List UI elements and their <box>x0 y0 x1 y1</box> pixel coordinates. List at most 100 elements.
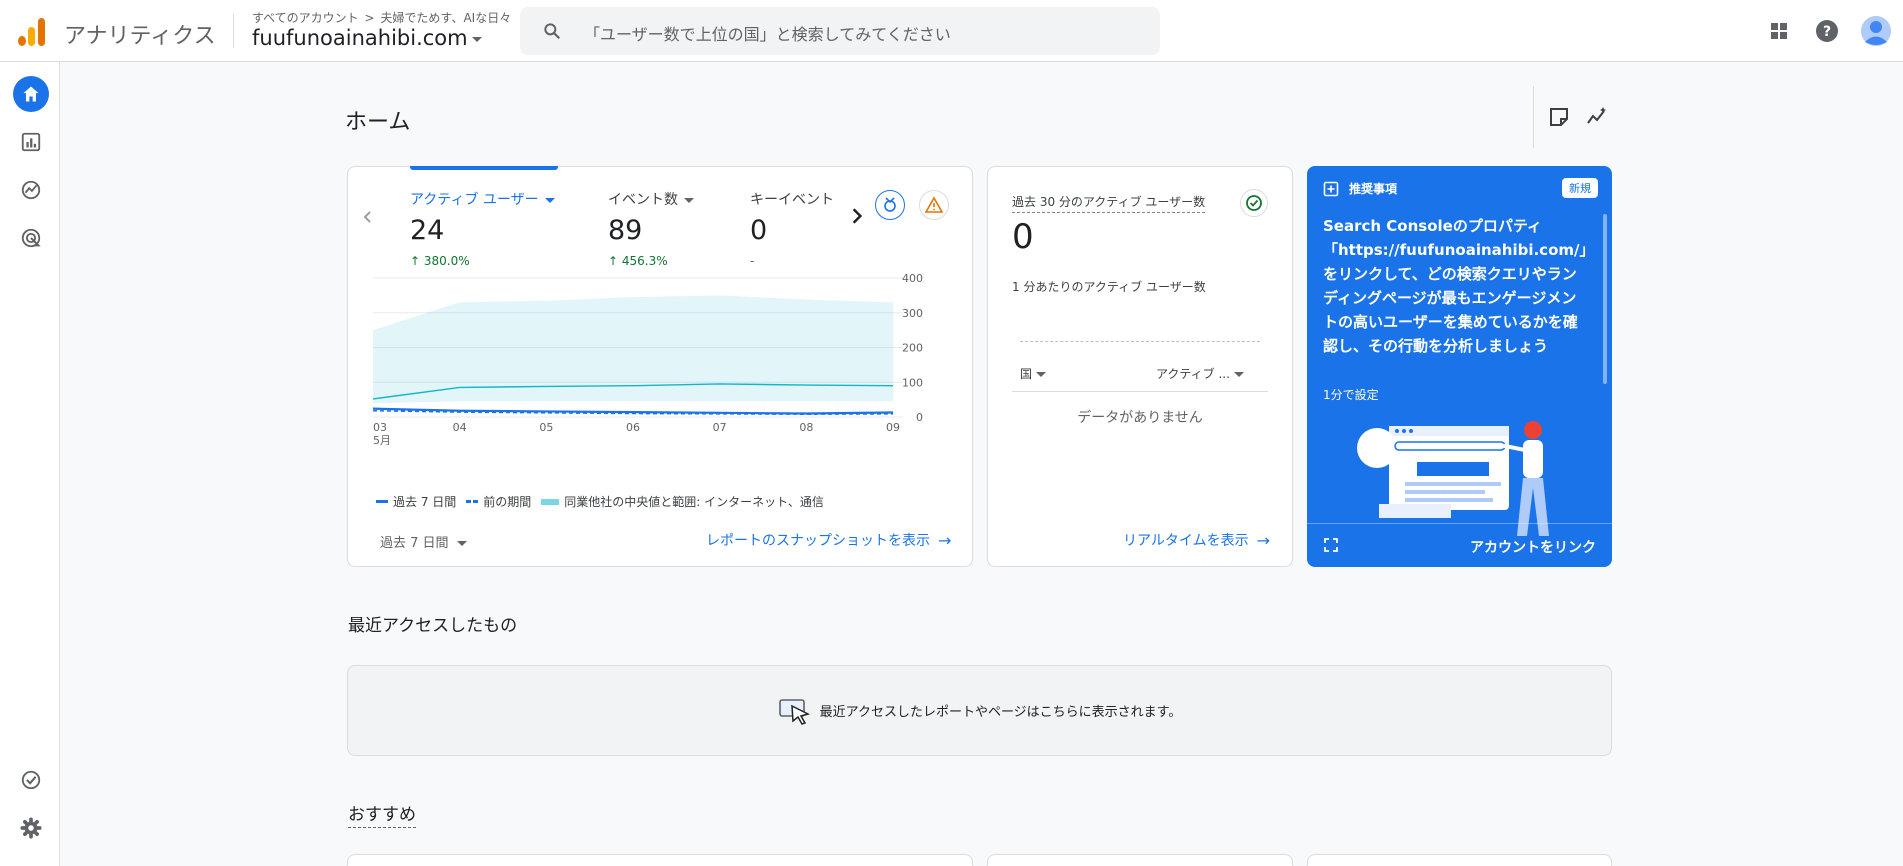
metric-value: 89 <box>608 215 643 246</box>
y-tick-label: 300 <box>902 307 923 320</box>
metric-value: 24 <box>410 215 445 246</box>
table-divider <box>1012 391 1268 392</box>
top-bar: アナリティクス すべてのアカウント > 夫婦でためす、AIな日々 fuufuno… <box>0 0 1903 62</box>
metric-label: キーイベント <box>750 192 834 208</box>
period-caret-icon <box>456 541 467 546</box>
left-navigation <box>0 62 60 866</box>
active-users-column-header[interactable]: アクティブ ... <box>1156 365 1244 382</box>
gear-icon <box>20 817 42 839</box>
x-tick-label: 05 <box>539 421 553 434</box>
x-tick-label: 08 <box>799 421 813 434</box>
suggested-section-title[interactable]: おすすめ <box>348 800 416 828</box>
analytics-logo-icon[interactable] <box>18 16 48 46</box>
property-caret-icon <box>471 36 482 42</box>
country-caret-icon <box>1036 372 1047 377</box>
arrow-right-icon: → <box>938 530 952 550</box>
realtime-value: 0 <box>1012 217 1034 257</box>
suggested-card-2[interactable] <box>987 854 1293 866</box>
x-tick-label: 03 <box>373 421 387 434</box>
recent-section-title: 最近アクセスしたもの <box>348 616 518 636</box>
suggested-card-3[interactable] <box>1307 854 1612 866</box>
link-account-button[interactable]: アカウントをリンク <box>1470 537 1596 557</box>
realtime-sparkline <box>1020 341 1260 342</box>
realtime-card: 過去 30 分のアクティブ ユーザー数 0 1 分あたりのアクティブ ユーザー数… <box>987 166 1293 567</box>
metric-change: 380.0% <box>423 254 470 268</box>
y-tick-label: 0 <box>916 411 923 424</box>
expand-icon[interactable] <box>1323 537 1339 553</box>
overview-card: アクティブ ユーザー 24 ↑ 380.0% イベント数 89 ↑ 456.3%… <box>347 166 973 567</box>
metric-value: 0 <box>750 215 768 246</box>
benchmark-badge-icon[interactable] <box>875 190 905 220</box>
property-name: fuufunoainahibi.com <box>252 26 468 50</box>
setup-time: 1分で設定 <box>1323 388 1379 402</box>
y-tick-label: 100 <box>902 376 923 389</box>
nav-admin-check[interactable] <box>13 762 49 798</box>
metric-change: 456.3% <box>621 254 668 268</box>
explore-icon <box>21 180 41 200</box>
nav-home[interactable] <box>13 76 49 112</box>
suggested-card-1[interactable] <box>347 854 973 866</box>
metric-active-users[interactable]: アクティブ ユーザー 24 ↑ 380.0% <box>410 189 555 268</box>
chevron-right-icon[interactable] <box>848 207 866 225</box>
check-circle-icon <box>21 770 41 790</box>
apps-icon[interactable] <box>1765 17 1793 45</box>
users-caret-icon <box>1233 372 1244 377</box>
active-users-chart: 0 100 200 300 400 03 04 05 06 07 08 09 5月 <box>372 272 923 445</box>
recommendation-footer: アカウントをリンク <box>1307 523 1612 567</box>
recommendation-header: 推奨事項 <box>1323 180 1397 197</box>
metric-caret-icon <box>684 197 694 203</box>
property-selector[interactable]: fuufunoainahibi.com <box>252 26 482 50</box>
metric-label: アクティブ ユーザー <box>410 192 539 208</box>
legend-item-previous: 前の期間 <box>466 493 531 510</box>
breadcrumb-separator: > <box>364 11 375 25</box>
arrow-right-icon: → <box>1256 530 1270 550</box>
selected-tab-indicator <box>410 166 558 170</box>
bar-chart-icon <box>21 132 41 152</box>
new-badge: 新規 <box>1562 178 1598 198</box>
realtime-subtitle: 1 分あたりのアクティブ ユーザー数 <box>1012 280 1206 294</box>
recent-empty-panel: 最近アクセスしたレポートやページはこちらに表示されます。 <box>347 665 1612 756</box>
metric-key-events[interactable]: キーイベント 0 - <box>750 189 834 268</box>
metric-caret-icon <box>544 197 555 203</box>
help-icon[interactable]: ? <box>1813 17 1841 45</box>
nav-settings[interactable] <box>13 810 49 846</box>
check-status-icon[interactable] <box>1240 189 1268 217</box>
topbar-divider <box>233 14 234 48</box>
benchmark-range-band <box>373 295 893 404</box>
recommendation-card: 推奨事項 新規 Search Consoleのプロパティ「https://fuu… <box>1307 166 1612 567</box>
insights-icon[interactable] <box>1585 105 1609 129</box>
svg-text:?: ? <box>1823 24 1831 40</box>
recommendation-scrollbar[interactable] <box>1603 214 1607 384</box>
y-tick-label: 200 <box>902 342 923 355</box>
breadcrumb-root[interactable]: すべてのアカウント <box>252 11 359 25</box>
cursor-window-icon <box>778 698 810 725</box>
add-box-icon <box>1323 181 1339 196</box>
app-title[interactable]: アナリティクス <box>64 18 216 50</box>
x-tick-label: 06 <box>626 421 640 434</box>
search-icon <box>544 23 560 39</box>
realtime-link[interactable]: リアルタイムを表示 → <box>1123 530 1270 550</box>
header-divider <box>1533 86 1534 148</box>
breadcrumb-account[interactable]: 夫婦でためす、AIな日々 <box>380 11 511 25</box>
account-avatar-icon[interactable] <box>1860 15 1892 47</box>
chart-legend: 過去 7 日間 前の期間 同業他社の中央値と範囲: インターネット、通信 <box>376 493 834 510</box>
period-selector[interactable]: 過去 7 日間 <box>380 532 467 551</box>
search-bar[interactable]: 「ユーザー数で上位の国」と検索してみてください <box>520 7 1160 55</box>
breadcrumb[interactable]: すべてのアカウント > 夫婦でためす、AIな日々 <box>252 9 511 26</box>
realtime-title[interactable]: 過去 30 分のアクティブ ユーザー数 <box>1012 193 1206 213</box>
notes-icon[interactable] <box>1547 105 1571 129</box>
page-title: ホーム <box>345 110 411 135</box>
nav-explore[interactable] <box>13 172 49 208</box>
nav-advertising[interactable] <box>13 220 49 256</box>
legend-item-current: 過去 7 日間 <box>376 493 456 510</box>
search-placeholder: 「ユーザー数で上位の国」と検索してみてください <box>584 25 951 44</box>
chevron-left-icon[interactable] <box>360 209 376 225</box>
snapshot-link[interactable]: レポートのスナップショットを表示 → <box>706 530 951 550</box>
realtime-empty-state: データがありません <box>1077 410 1203 426</box>
metric-event-count[interactable]: イベント数 89 ↑ 456.3% <box>608 189 694 268</box>
x-month-label: 5月 <box>373 434 391 445</box>
nav-reports[interactable] <box>13 124 49 160</box>
x-tick-label: 07 <box>713 421 727 434</box>
country-column-header[interactable]: 国 <box>1020 365 1047 382</box>
warning-icon[interactable] <box>919 190 949 220</box>
